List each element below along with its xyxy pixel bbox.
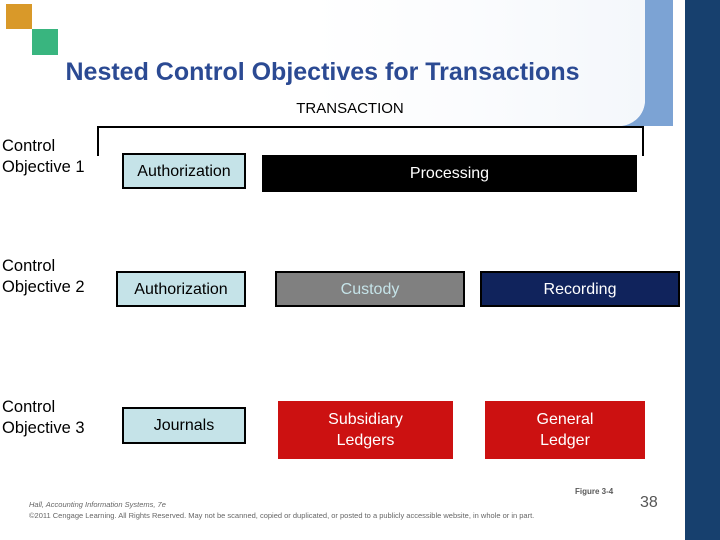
- figure-caption: Figure 3-4: [575, 487, 614, 496]
- transaction-scope-bracket: [97, 126, 644, 156]
- transaction-heading: TRANSACTION: [296, 100, 404, 117]
- row-label-control-objective-1: Control Objective 1: [2, 136, 85, 178]
- row-label-line2: Objective 2: [2, 278, 85, 296]
- row-label-line1: Control: [2, 398, 56, 416]
- row-label-control-objective-2: Control Objective 2: [2, 256, 85, 298]
- footer-source-citation: Hall, Accounting Information Systems, 7e: [29, 500, 166, 509]
- box-processing[interactable]: Processing: [262, 155, 637, 192]
- row-label-line1: Control: [2, 137, 56, 155]
- box-text-line1: General: [536, 411, 594, 428]
- row-label-line1: Control: [2, 257, 56, 275]
- box-subsidiary-ledgers[interactable]: Subsidiary Ledgers: [278, 401, 453, 459]
- box-text-line2: Ledgers: [336, 432, 395, 449]
- box-authorization-objective-1[interactable]: Authorization: [122, 153, 246, 189]
- box-authorization-objective-2[interactable]: Authorization: [116, 271, 246, 307]
- box-journals[interactable]: Journals: [122, 407, 246, 444]
- page-number: 38: [640, 494, 658, 511]
- orange-square-decoration: [6, 4, 32, 29]
- row-label-control-objective-3: Control Objective 3: [2, 397, 85, 439]
- box-general-ledger[interactable]: General Ledger: [485, 401, 645, 459]
- right-dark-blue-bar: [685, 0, 720, 540]
- footer-copyright-notice: ©2011 Cengage Learning. All Rights Reser…: [29, 511, 535, 520]
- slide-canvas: Nested Control Objectives for Transactio…: [0, 0, 720, 540]
- row-label-line2: Objective 3: [2, 419, 85, 437]
- box-custody[interactable]: Custody: [275, 271, 465, 307]
- box-text-line2: Ledger: [540, 432, 590, 449]
- green-square-decoration: [32, 29, 58, 55]
- box-recording[interactable]: Recording: [480, 271, 680, 307]
- row-label-line2: Objective 1: [2, 158, 85, 176]
- box-text-line1: Subsidiary: [328, 411, 403, 428]
- page-title: Nested Control Objectives for Transactio…: [65, 58, 580, 86]
